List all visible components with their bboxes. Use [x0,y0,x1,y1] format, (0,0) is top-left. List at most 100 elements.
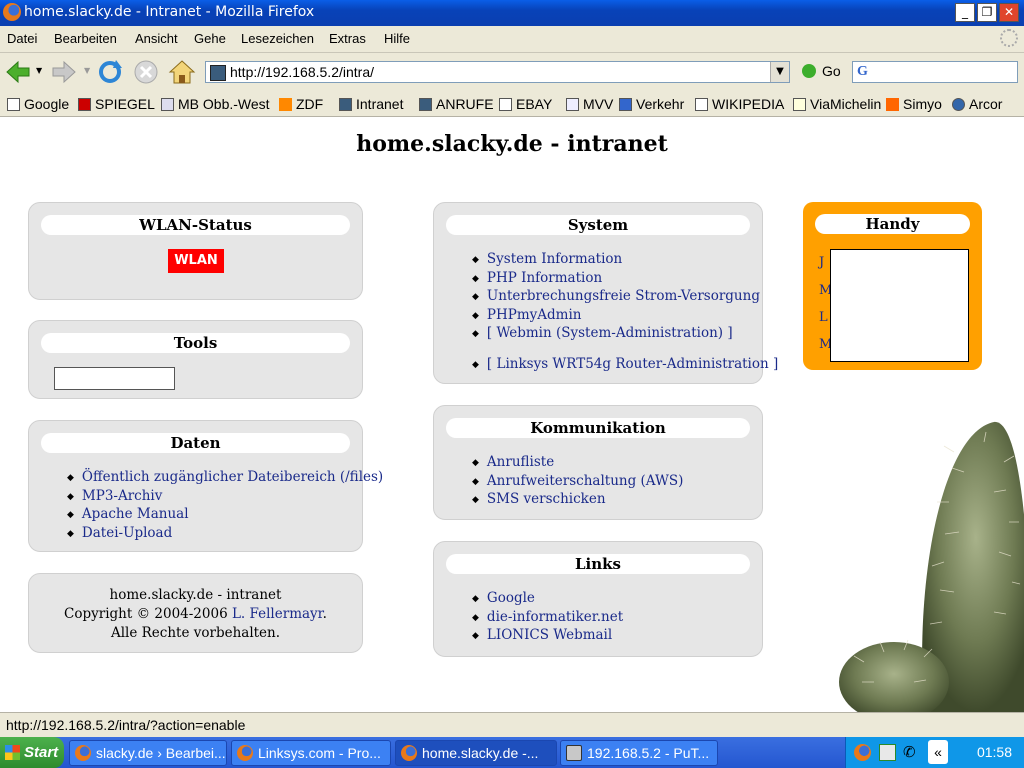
firefox-tray-icon[interactable] [854,744,871,761]
link-die-informatiker[interactable]: die-informatiker.net [472,608,623,627]
page-icon [161,98,174,111]
author-link[interactable]: L. Fellermayr [232,606,323,622]
link-google[interactable]: Google [472,589,623,608]
bookmark-mb-obb-west[interactable]: MB Obb.-West [161,96,270,112]
taskbar-item-putty[interactable]: 192.168.5.2 - PuT... [560,740,718,766]
menu-extras[interactable]: Extras [329,31,366,46]
menu-hilfe[interactable]: Hilfe [384,31,410,46]
window-title: home.slacky.de - Intranet - Mozilla Fire… [24,4,315,20]
bookmark-wikipedia[interactable]: WIKIPEDIA [695,96,784,112]
spiegel-icon [78,98,91,111]
wikipedia-icon [695,98,708,111]
page-favicon-icon [210,65,226,81]
forward-dropdown-icon[interactable]: ▼ [84,66,90,75]
url-history-dropdown-icon[interactable]: ▼ [770,62,789,82]
zdf-icon [279,98,292,111]
link-anrufweiterschaltung[interactable]: Anrufweiterschaltung (AWS) [472,472,683,491]
mail-tray-icon[interactable] [879,744,896,761]
firefox-icon [3,3,21,21]
bookmark-zdf[interactable]: ZDF [279,96,323,112]
link-php-information[interactable]: PHP Information [472,269,778,288]
bookmark-intranet[interactable]: Intranet [339,96,403,112]
kommunikation-panel: Kommunikation Anrufliste Anrufweiterscha… [433,405,763,520]
minimize-button[interactable]: _ [955,3,975,22]
link-phpmyadmin[interactable]: PHPmyAdmin [472,306,778,325]
bookmark-google[interactable]: Google [7,96,69,112]
footer-site-name: home.slacky.de - intranet [109,587,282,603]
close-button[interactable]: ✕ [999,3,1019,22]
url-input[interactable]: http://192.168.5.2/intra/ [230,64,374,80]
wlan-toggle-button[interactable]: WLAN [168,249,224,273]
links-list: Google die-informatiker.net LIONICS Webm… [472,589,623,645]
bookmark-viamichelin[interactable]: ViaMichelin [793,96,881,112]
phone-tray-icon[interactable]: ✆ [903,744,920,761]
page-title: home.slacky.de - intranet [356,131,668,157]
link-anrufliste[interactable]: Anrufliste [472,453,683,472]
viamichelin-icon [793,98,806,111]
maximize-button[interactable]: ❐ [977,3,997,22]
taskbar-item-home-slacky[interactable]: home.slacky.de -... [395,740,557,766]
handy-label: L [819,310,828,325]
start-button[interactable]: Start [0,737,64,768]
menu-lesezeichen[interactable]: Lesezeichen [241,31,314,46]
search-input[interactable]: G [852,61,1018,83]
activity-throbber-icon [1000,29,1018,47]
link-apache-manual[interactable]: Apache Manual [67,505,383,524]
taskbar-item-linksys[interactable]: Linksys.com - Pro... [231,740,391,766]
firefox-icon [401,745,417,761]
link-mp3-archiv[interactable]: MP3-Archiv [67,487,383,506]
bookmark-simyo[interactable]: Simyo [886,96,942,112]
menu-datei[interactable]: Datei [7,31,37,46]
taskbar-item-slacky-bearbeiten[interactable]: slacky.de › Bearbei... [69,740,227,766]
tools-panel: Tools [28,320,363,399]
footer-panel: home.slacky.de - intranet Copyright © 20… [28,573,363,653]
handy-display [830,249,969,362]
forward-icon[interactable] [50,58,78,86]
system-list: System Information PHP Information Unter… [472,250,778,373]
footer-text: home.slacky.de - intranet Copyright © 20… [29,586,362,643]
link-webmin[interactable]: [ Webmin (System-Administration) ] [472,324,778,343]
wlan-status-heading: WLAN-Status [41,215,350,235]
menu-bearbeiten[interactable]: Bearbeiten [54,31,117,46]
home-icon[interactable] [168,58,196,86]
go-button[interactable]: Go [802,63,841,79]
link-datei-upload[interactable]: Datei-Upload [67,524,383,543]
back-dropdown-icon[interactable]: ▼ [36,66,42,75]
menu-ansicht[interactable]: Ansicht [135,31,178,46]
window-title-bar[interactable]: home.slacky.de - Intranet - Mozilla Fire… [0,0,1024,26]
status-bar: http://192.168.5.2/intra/?action=enable [0,712,1024,737]
footer-copyright: Copyright © 2004-2006 L. Fellermayr. [64,606,327,622]
system-heading: System [446,215,750,235]
kommunikation-heading: Kommunikation [446,418,750,438]
link-system-information[interactable]: System Information [472,250,778,269]
handy-label: J [819,255,825,270]
link-usv[interactable]: Unterbrechungsfreie Strom-Versorgung [472,287,778,306]
bookmark-ebay[interactable]: EBAY [499,96,552,112]
link-sms-verschicken[interactable]: SMS verschicken [472,490,683,509]
verkehr-icon [619,98,632,111]
reload-icon[interactable] [96,58,124,86]
link-linksys-router[interactable]: [ Linksys WRT54g Router-Administration ] [472,355,778,374]
simyo-icon [886,98,899,111]
bookmark-arcor[interactable]: Arcor [952,96,1002,112]
menu-gehe[interactable]: Gehe [194,31,226,46]
tools-heading: Tools [41,333,350,353]
bookmark-verkehr[interactable]: Verkehr [619,96,684,112]
url-bar[interactable]: http://192.168.5.2/intra/ ▼ [205,61,790,83]
back-icon[interactable] [4,58,32,86]
link-lionics-webmail[interactable]: LIONICS Webmail [472,626,623,645]
stop-icon[interactable] [132,58,160,86]
bookmark-spiegel[interactable]: SPIEGEL [78,96,155,112]
putty-icon [566,745,582,761]
footer-rights: Alle Rechte vorbehalten. [110,625,281,641]
bookmark-mvv[interactable]: MVV [566,96,613,112]
tray-expand-button[interactable]: « [928,740,948,764]
links-panel: Links Google die-informatiker.net LIONIC… [433,541,763,657]
handy-panel: Handy J M L M [803,202,982,370]
tools-input[interactable] [54,367,175,390]
daten-panel: Daten Öffentlich zugänglicher Dateiberei… [28,420,383,552]
bookmark-anrufe[interactable]: ANRUFE [419,96,494,112]
link-oeffentlicher-dateibereich[interactable]: Öffentlich zugänglicher Dateibereich (/f… [67,468,383,487]
go-icon [802,64,816,78]
google-search-engine-icon[interactable]: G [857,64,868,80]
